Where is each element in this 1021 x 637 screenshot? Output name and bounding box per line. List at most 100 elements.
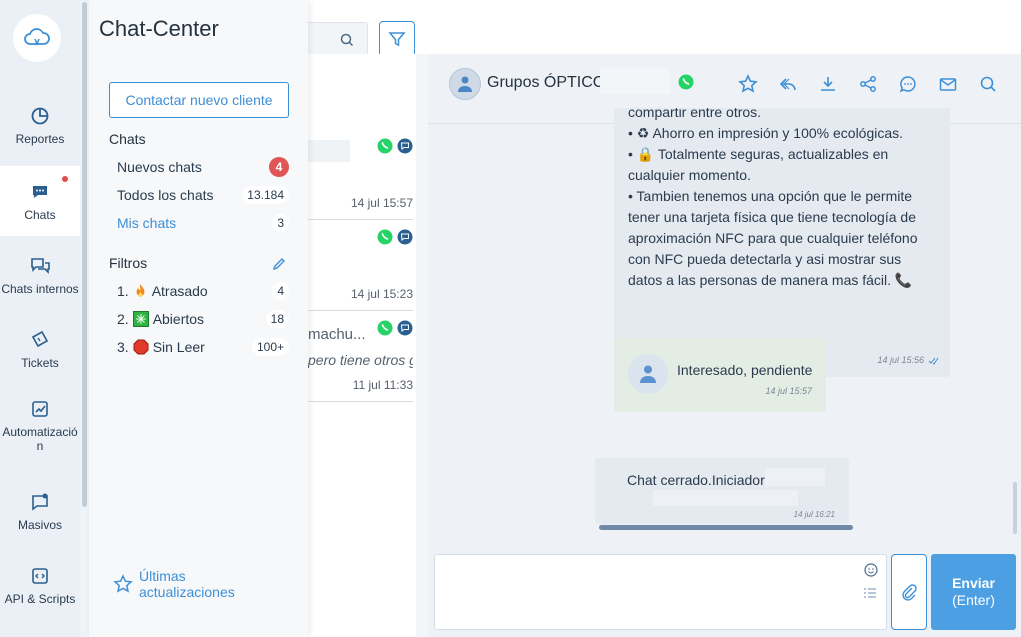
chat-list-scrollbar[interactable] xyxy=(416,54,428,637)
scrollbar-thumb[interactable] xyxy=(82,2,87,507)
notification-dot xyxy=(62,176,68,182)
message-time: 14 jul 15:56 xyxy=(877,355,924,365)
chat-bubble-icon xyxy=(29,181,51,203)
rail-item-label: Masivos xyxy=(17,517,62,532)
chat-name: machu... xyxy=(308,326,366,343)
attach-button[interactable] xyxy=(891,554,927,630)
rail-item-api-scripts[interactable]: API & Scripts xyxy=(0,550,80,620)
whatsapp-icon xyxy=(678,74,694,90)
mail-icon[interactable] xyxy=(936,72,960,96)
emoji-icon[interactable] xyxy=(864,563,878,577)
nuevos-chats-item[interactable]: Nuevos chats 4 xyxy=(117,156,289,178)
message-text: compartir entre otros. xyxy=(628,108,762,120)
contact-new-client-button[interactable]: Contactar nuevo cliente xyxy=(109,82,289,118)
filter-number: 3. xyxy=(117,339,129,355)
ticket-icon xyxy=(29,329,51,351)
chat-list-item[interactable]: machu... pero tiene otros g 11 jul 11:33 xyxy=(308,312,413,402)
count-badge: 100+ xyxy=(251,338,289,356)
search-icon[interactable] xyxy=(976,72,1000,96)
filter-label: Atrasado xyxy=(151,283,208,299)
message-text: • ♻ Ahorro en impresión y 100% ecológica… xyxy=(628,125,904,141)
chat-channel-icon xyxy=(397,320,413,336)
redacted-name xyxy=(308,140,350,162)
chat-list: 14 jul 15:57 14 jul 15:23 machu... pero … xyxy=(308,54,428,637)
message-composer xyxy=(434,554,887,630)
updates-line1: Últimas xyxy=(139,568,186,584)
count-badge: 13.184 xyxy=(242,186,289,204)
message-time: 14 jul 16:21 xyxy=(793,510,835,519)
note-bubble: Interesado, pendiente 14 jul 15:57 xyxy=(614,338,826,412)
pencil-icon[interactable] xyxy=(272,257,286,271)
chat-time: 11 jul 11:33 xyxy=(352,378,413,392)
count-badge: 4 xyxy=(272,282,289,300)
automation-icon xyxy=(29,398,51,420)
redacted-name xyxy=(600,68,670,94)
chat-time: 14 jul 15:57 xyxy=(350,196,413,210)
item-label: Todos los chats xyxy=(117,187,214,203)
panel-title: Chat-Center xyxy=(99,16,219,41)
rail-item-tickets[interactable]: Tickets xyxy=(0,314,80,384)
updates-line2: actualizaciones xyxy=(139,584,235,600)
app-logo[interactable] xyxy=(13,14,61,62)
redacted-text xyxy=(653,490,798,506)
chat-channel-icon xyxy=(397,138,413,154)
todos-los-chats-item[interactable]: Todos los chats 13.184 xyxy=(117,184,289,206)
chat-time: 14 jul 15:23 xyxy=(350,287,413,301)
rail-item-automatizacion[interactable]: Automatizació n xyxy=(0,390,80,460)
reply-icon[interactable] xyxy=(776,72,800,96)
count-badge: 3 xyxy=(272,214,289,232)
system-message: Chat cerrado.Iniciador 14 jul 16:21 xyxy=(595,458,849,524)
item-label: Nuevos chats xyxy=(117,159,202,175)
download-icon[interactable] xyxy=(816,72,840,96)
share-icon[interactable] xyxy=(856,72,880,96)
funnel-icon xyxy=(388,32,406,47)
redacted-text xyxy=(765,468,825,486)
item-label: Mis chats xyxy=(117,215,177,231)
star-icon xyxy=(113,574,133,593)
search-icon xyxy=(340,33,353,47)
message-input[interactable] xyxy=(445,561,845,621)
whatsapp-icon xyxy=(377,138,393,154)
filter-abiertos[interactable]: 2. Abiertos 18 xyxy=(117,308,289,330)
send-button[interactable]: Enviar (Enter) xyxy=(931,554,1016,630)
chat-list-toolbar xyxy=(308,0,428,58)
code-icon xyxy=(29,565,51,587)
rail-item-reportes[interactable]: Reportes xyxy=(0,90,80,160)
rail-item-chats-internos[interactable]: Chats internos xyxy=(0,240,80,310)
fire-icon xyxy=(136,284,145,297)
chats-section-title: Chats xyxy=(109,131,146,147)
filter-sin-leer[interactable]: 3. Sin Leer 100+ xyxy=(117,336,289,358)
closed-chat-divider xyxy=(599,525,853,530)
left-rail: Reportes Chats Chats internos Tickets Au… xyxy=(0,0,80,637)
filter-label: Abiertos xyxy=(152,311,205,327)
rail-item-masivos[interactable]: Masivos xyxy=(0,476,80,546)
whatsapp-icon xyxy=(377,229,393,245)
star-icon[interactable] xyxy=(736,72,760,96)
mis-chats-item[interactable]: Mis chats 3 xyxy=(117,212,289,234)
rail-item-label: Automatizació n xyxy=(2,424,78,453)
chat-list-item[interactable]: 14 jul 15:23 xyxy=(308,221,413,311)
contact-avatar[interactable] xyxy=(449,68,481,100)
count-badge: 18 xyxy=(265,310,289,328)
chat-toolbar xyxy=(736,72,1000,96)
chat-list-item[interactable]: 14 jul 15:57 xyxy=(308,130,413,220)
search-input[interactable] xyxy=(308,22,368,58)
note-text: Interesado, pendiente xyxy=(677,362,813,378)
rail-item-chats[interactable]: Chats xyxy=(0,166,80,236)
rail-scrollbar[interactable] xyxy=(80,0,89,637)
message-time: 14 jul 15:57 xyxy=(765,386,812,396)
filter-button[interactable] xyxy=(379,21,415,57)
system-text: Chat cerrado.Iniciador xyxy=(627,472,765,488)
cloud-logo-icon xyxy=(24,28,50,47)
chat-preview: pero tiene otros g xyxy=(308,352,413,368)
rail-item-label: Chats xyxy=(24,207,56,222)
list-icon[interactable] xyxy=(864,588,876,598)
pie-chart-icon xyxy=(29,105,51,127)
chat-scrollbar[interactable] xyxy=(1013,482,1017,534)
filter-atrasado[interactable]: 1. Atrasado 4 xyxy=(117,280,289,302)
user-icon xyxy=(458,76,472,92)
bulk-message-icon xyxy=(29,491,51,513)
comment-icon[interactable] xyxy=(896,72,920,96)
message-text: • Tambien tenemos una opción que le perm… xyxy=(628,188,918,288)
latest-updates-link[interactable]: Últimas actualizaciones xyxy=(113,568,235,600)
